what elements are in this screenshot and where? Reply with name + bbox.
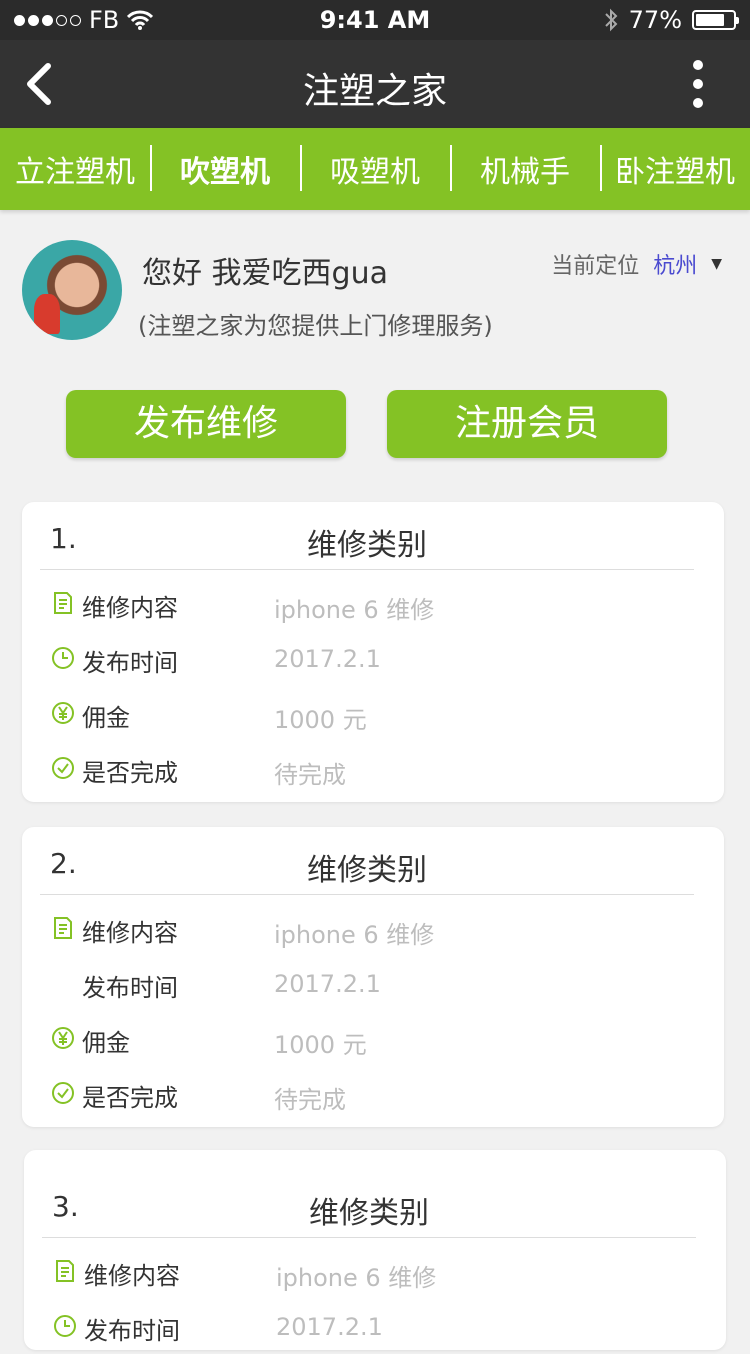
- card-header: 1. 维修类别: [40, 502, 694, 570]
- row-completed: 是否完成 待完成: [22, 741, 724, 796]
- row-repair-content: 维修内容 iphone 6 维修: [22, 576, 724, 631]
- card-title: 维修类别: [307, 853, 427, 888]
- status-bar: FB 9:41 AM 77%: [0, 0, 750, 40]
- card-title: 维修类别: [309, 1196, 429, 1231]
- repair-card[interactable]: 1. 维修类别 维修内容 iphone 6 维修 发布时间 2017.2.1 佣…: [22, 502, 724, 802]
- card-header: 2. 维修类别: [40, 827, 694, 895]
- dropdown-arrow-icon: ▼: [711, 256, 722, 272]
- battery-icon: [692, 10, 739, 30]
- profile-section: 您好 我爱吃西gua (注塑之家为您提供上门修理服务) 当前定位 杭州 ▼: [0, 210, 750, 370]
- action-buttons: 发布维修 注册会员: [0, 390, 750, 460]
- repair-card[interactable]: 3. 维修类别 维修内容 iphone 6 维修 发布时间 2017.2.1: [24, 1150, 726, 1350]
- register-member-button[interactable]: 注册会员: [387, 390, 667, 458]
- document-icon: [54, 592, 72, 614]
- row-publish-time: 发布时间 2017.2.1: [82, 970, 381, 1002]
- card-header: 3. 维修类别: [42, 1150, 696, 1238]
- check-circle-icon: [52, 757, 74, 779]
- document-icon: [56, 1260, 74, 1282]
- bluetooth-icon: [604, 8, 618, 32]
- row-repair-content: 维修内容 iphone 6 维修: [22, 901, 724, 956]
- document-icon: [54, 917, 72, 939]
- row-repair-content: 维修内容 iphone 6 维修: [24, 1244, 726, 1299]
- location-label: 当前定位: [551, 254, 640, 279]
- battery-percent: 77%: [628, 6, 682, 34]
- page-title: 注塑之家: [302, 71, 447, 112]
- tab-horizontal-injection[interactable]: 卧注塑机: [600, 145, 750, 191]
- more-options-icon[interactable]: [692, 60, 704, 108]
- avatar[interactable]: [22, 240, 122, 340]
- repair-card[interactable]: 2. 维修类别 维修内容 iphone 6 维修 发布时间 2017.2.1 佣…: [22, 827, 724, 1127]
- row-completed: 是否完成 待完成: [22, 1066, 724, 1121]
- row-publish-time: 发布时间 2017.2.1: [24, 1299, 726, 1354]
- check-circle-icon: [52, 1082, 74, 1104]
- yen-icon: [52, 1027, 74, 1049]
- tab-vertical-injection[interactable]: 立注塑机: [0, 147, 150, 191]
- clock-icon: [54, 1315, 76, 1337]
- tab-robot-arm[interactable]: 机械手: [450, 145, 600, 191]
- tab-vacuum-forming[interactable]: 吸塑机: [300, 145, 450, 191]
- service-subtitle: (注塑之家为您提供上门修理服务): [138, 312, 493, 340]
- nav-bar: 注塑之家: [0, 40, 750, 128]
- row-publish-time: 发布时间 2017.2.1: [22, 631, 724, 686]
- greeting-text: 您好 我爱吃西gua: [142, 256, 388, 291]
- tab-blow-molding[interactable]: 吹塑机: [150, 145, 300, 191]
- location-selector[interactable]: 当前定位 杭州 ▼: [551, 248, 722, 280]
- category-tabs: 立注塑机 吹塑机 吸塑机 机械手 卧注塑机: [0, 128, 750, 210]
- yen-icon: [52, 702, 74, 724]
- card-title: 维修类别: [307, 528, 427, 563]
- row-commission: 佣金 1000 元: [22, 1011, 724, 1066]
- location-city: 杭州: [653, 254, 698, 279]
- row-commission: 佣金 1000 元: [22, 686, 724, 741]
- clock-icon: [52, 647, 74, 669]
- publish-repair-button[interactable]: 发布维修: [66, 390, 346, 458]
